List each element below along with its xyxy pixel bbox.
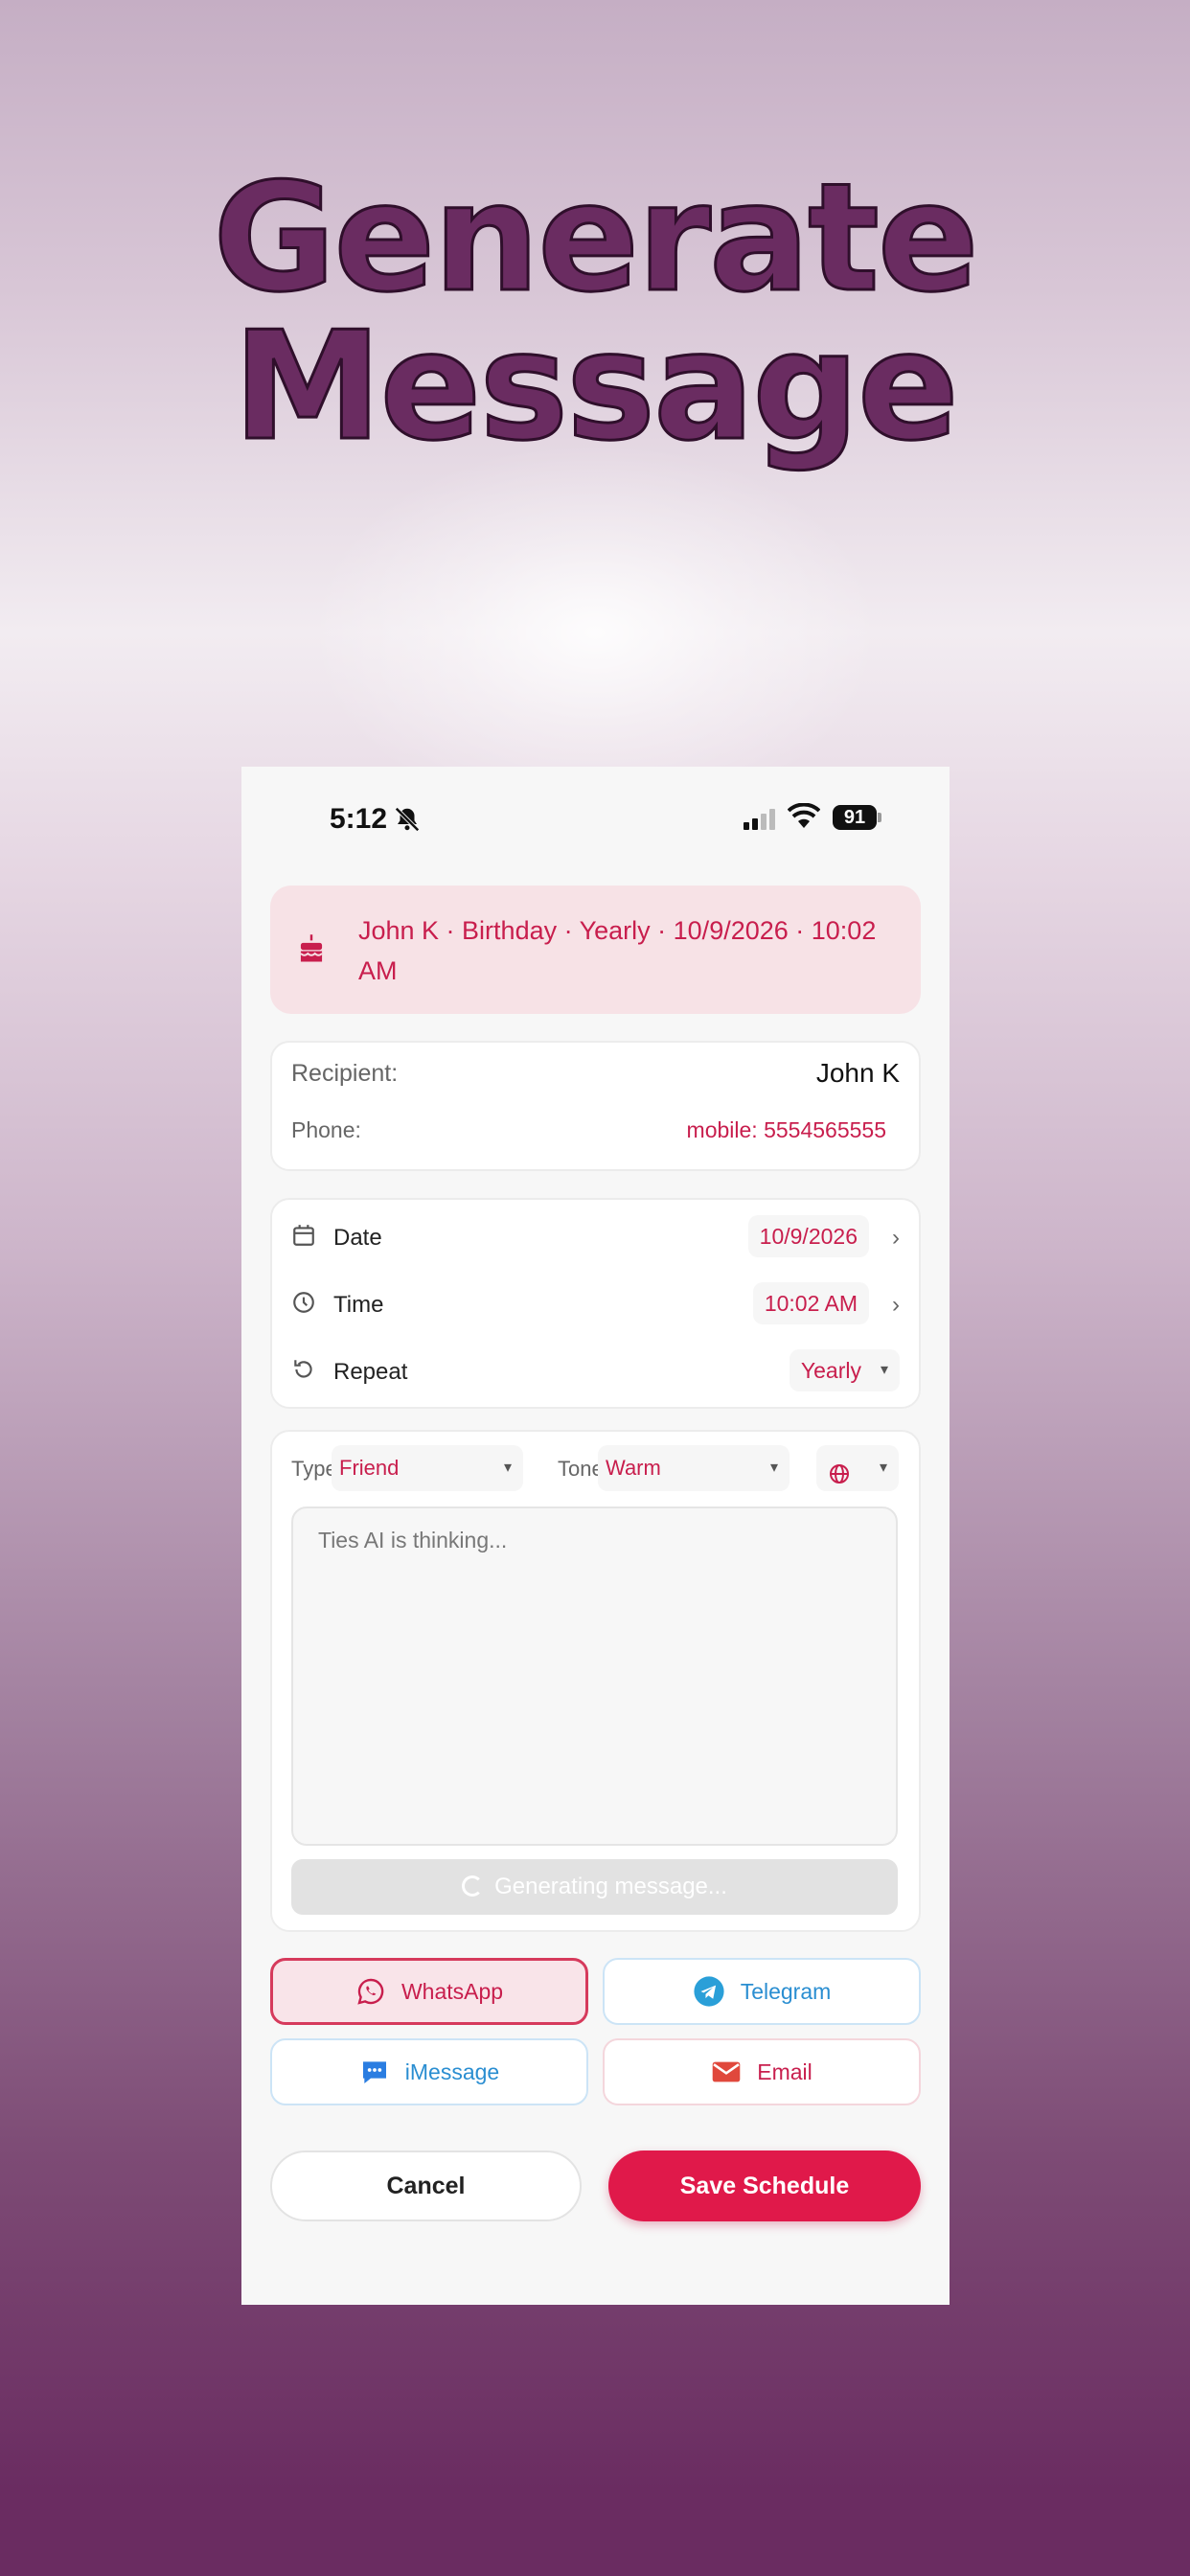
status-bar: 5:12 91 bbox=[241, 767, 950, 882]
chevron-right-icon: › bbox=[892, 1292, 900, 1318]
message-textarea[interactable]: Ties AI is thinking... bbox=[291, 1506, 898, 1846]
whatsapp-button[interactable]: WhatsApp bbox=[270, 1958, 588, 2025]
time-label: Time bbox=[333, 1292, 384, 1318]
chevron-right-icon: › bbox=[892, 1225, 900, 1251]
whatsapp-icon bbox=[357, 1978, 384, 2005]
telegram-button[interactable]: Telegram bbox=[603, 1958, 921, 2025]
cellular-signal-icon bbox=[744, 809, 778, 835]
language-select[interactable]: ▾ bbox=[816, 1445, 899, 1491]
calendar-icon bbox=[291, 1223, 316, 1253]
telegram-label: Telegram bbox=[740, 1978, 832, 2004]
bell-muted-icon bbox=[393, 805, 422, 839]
phone-label: Phone: bbox=[291, 1117, 361, 1142]
repeat-value: Yearly bbox=[800, 1358, 861, 1383]
tone-select[interactable]: Warm ▾ bbox=[598, 1445, 790, 1491]
date-label: Date bbox=[333, 1225, 382, 1251]
schedule-card: Date 10/9/2026 › Time 10:02 AM › Repeat … bbox=[270, 1198, 921, 1409]
phone-screen: 5:12 91 John K · Birthday · Yearly · 10/… bbox=[241, 767, 950, 2305]
wifi-icon bbox=[787, 802, 821, 833]
recipient-card: Recipient: John K Phone: mobile: 5554565… bbox=[270, 1041, 921, 1171]
globe-icon bbox=[828, 1456, 851, 1502]
message-card: Type: Friend ▾ Tone: Warm ▾ ▾ Ties AI is… bbox=[270, 1430, 921, 1932]
time-row[interactable]: Time 10:02 AM › bbox=[272, 1275, 923, 1332]
imessage-button[interactable]: iMessage bbox=[270, 2038, 588, 2105]
type-select[interactable]: Friend ▾ bbox=[332, 1445, 523, 1491]
headline-line-2: Message bbox=[232, 299, 961, 473]
phone-value[interactable]: mobile: 5554565555 bbox=[687, 1117, 886, 1143]
email-label: Email bbox=[757, 2058, 812, 2084]
email-button[interactable]: Email bbox=[603, 2038, 921, 2105]
loading-spinner-icon bbox=[462, 1875, 484, 1897]
repeat-icon bbox=[291, 1357, 316, 1387]
time-value[interactable]: 10:02 AM bbox=[752, 1282, 869, 1324]
repeat-select[interactable]: Yearly ▾ bbox=[789, 1349, 900, 1392]
type-value: Friend bbox=[339, 1456, 400, 1480]
save-schedule-button[interactable]: Save Schedule bbox=[608, 2150, 921, 2221]
caret-down-icon: ▾ bbox=[879, 1460, 887, 1476]
caret-down-icon: ▾ bbox=[880, 1362, 888, 1378]
whatsapp-label: WhatsApp bbox=[400, 1978, 504, 2004]
generate-button-label: Generating message... bbox=[494, 1874, 727, 1899]
schedule-summary-banner: John K · Birthday · Yearly · 10/9/2026 ·… bbox=[270, 886, 921, 1014]
imessage-label: iMessage bbox=[404, 2058, 500, 2084]
recipient-name: John K bbox=[815, 1058, 900, 1088]
email-icon bbox=[712, 2061, 741, 2082]
caret-down-icon: ▾ bbox=[769, 1460, 778, 1476]
imessage-icon bbox=[362, 2061, 386, 2083]
tone-value: Warm bbox=[606, 1456, 661, 1480]
banner-text: John K · Birthday · Yearly · 10/9/2026 ·… bbox=[358, 916, 877, 985]
caret-down-icon: ▾ bbox=[503, 1460, 512, 1476]
repeat-label: Repeat bbox=[333, 1359, 408, 1385]
recipient-label: Recipient: bbox=[291, 1060, 399, 1087]
date-value[interactable]: 10/9/2026 bbox=[747, 1215, 869, 1257]
repeat-row[interactable]: Repeat Yearly ▾ bbox=[272, 1342, 923, 1399]
cancel-button[interactable]: Cancel bbox=[270, 2150, 582, 2221]
birthday-cake-icon bbox=[297, 933, 326, 969]
clock-icon bbox=[291, 1290, 316, 1320]
headline-line-1: Generate bbox=[212, 150, 980, 325]
date-row[interactable]: Date 10/9/2026 › bbox=[272, 1208, 923, 1265]
generate-message-button[interactable]: Generating message... bbox=[291, 1859, 898, 1915]
status-time: 5:12 bbox=[330, 803, 388, 835]
battery-tip bbox=[878, 813, 881, 822]
telegram-icon bbox=[694, 1976, 724, 2007]
battery-indicator: 91 bbox=[833, 805, 877, 830]
